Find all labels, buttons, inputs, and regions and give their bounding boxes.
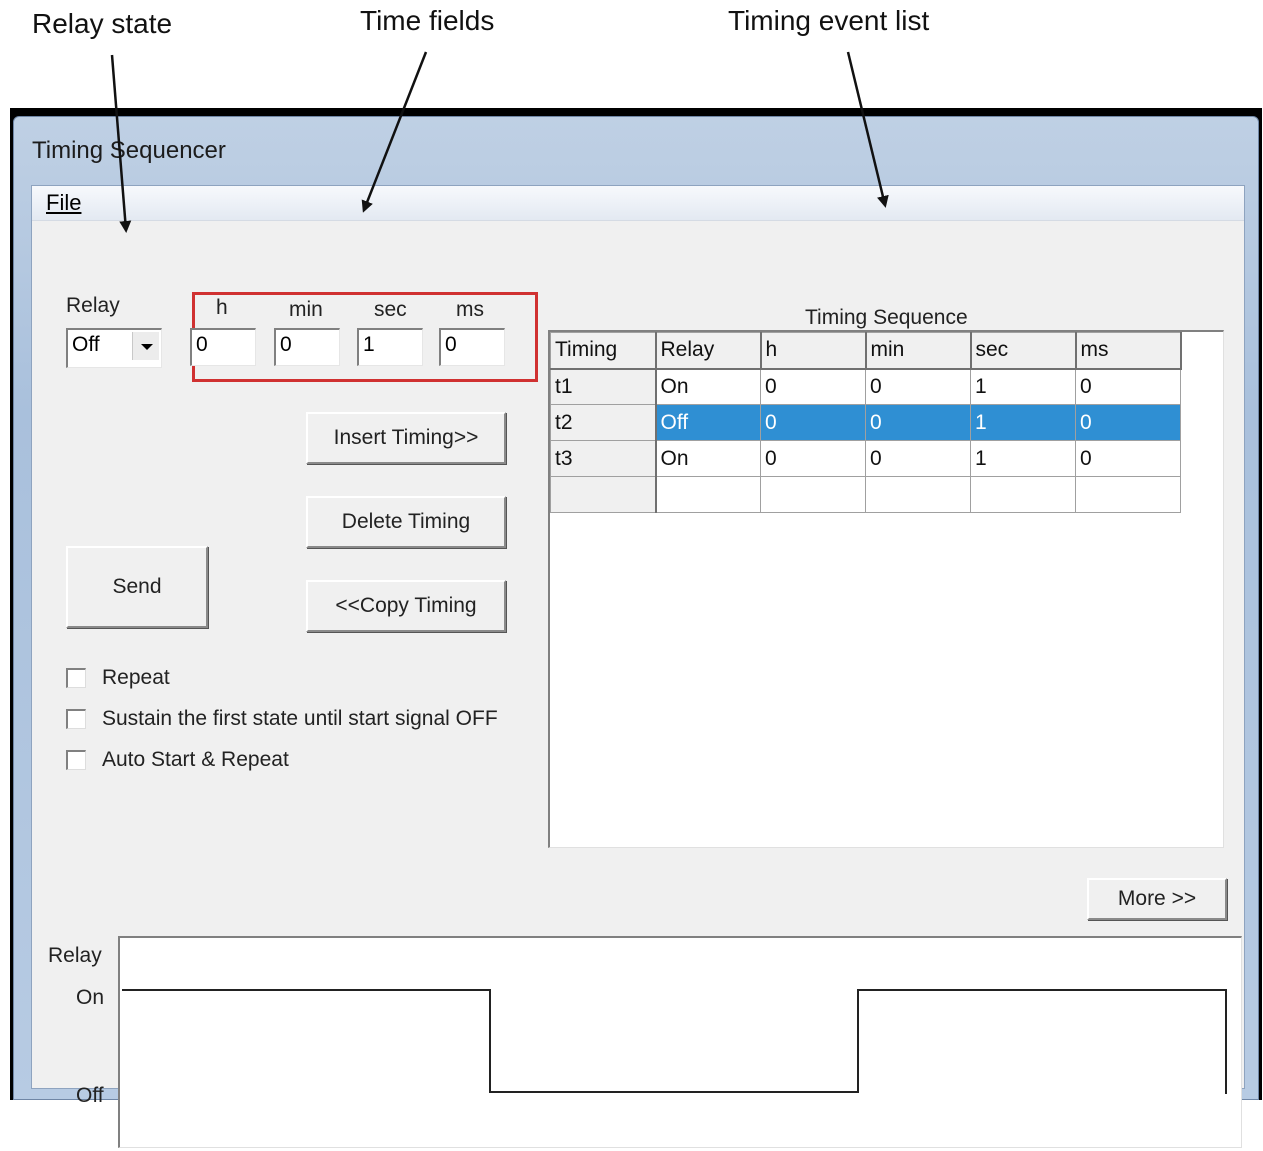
table-cell[interactable] [655, 476, 761, 513]
minutes-field[interactable]: 0 [274, 328, 340, 366]
window-title: Timing Sequencer [32, 137, 226, 164]
table-cell[interactable]: On [655, 440, 761, 477]
auto-start-checkbox[interactable] [66, 750, 86, 770]
table-cell[interactable]: 1 [970, 404, 1076, 441]
table-row-empty[interactable] [550, 476, 1181, 513]
annotation-relay-state: Relay state [32, 8, 173, 39]
menu-file-label: File [46, 190, 82, 215]
sustain-label: Sustain the first state until start sign… [102, 707, 498, 730]
hours-field[interactable]: 0 [190, 328, 256, 366]
sustain-checkbox[interactable] [66, 709, 86, 729]
relay-state-dropdown[interactable]: Off [66, 328, 162, 368]
relay-state-value: Off [72, 333, 100, 356]
copy-timing-button[interactable]: <<Copy Timing [306, 580, 506, 632]
table-row[interactable]: t3 On 0 0 1 0 [550, 440, 1181, 477]
relay-waveform [118, 936, 1242, 1148]
table-cell[interactable]: 0 [760, 368, 866, 405]
timing-table: Timing Relay h min sec ms t1 On 0 0 1 0 … [550, 332, 1182, 513]
seconds-field[interactable]: 1 [357, 328, 423, 366]
timing-sequencer-window: Timing Sequencer File Relay Off h min se… [10, 108, 1262, 1148]
column-header-sec[interactable]: sec [970, 332, 1077, 370]
timing-sequence-title: Timing Sequence [805, 306, 968, 329]
timing-sequence-grid[interactable]: Timing Relay h min sec ms t1 On 0 0 1 0 … [548, 330, 1224, 848]
table-cell[interactable] [865, 476, 971, 513]
relay-label: Relay [66, 294, 120, 317]
table-cell[interactable]: 1 [970, 368, 1076, 405]
window-frame: Timing Sequencer File Relay Off h min se… [13, 116, 1259, 1148]
waveform-relay-label: Relay [48, 944, 102, 967]
sec-label: sec [374, 298, 407, 321]
menu-file[interactable]: File [46, 190, 81, 216]
h-label: h [216, 296, 228, 319]
client-area: File Relay Off h min sec ms 0 0 1 0 Inse… [31, 185, 1245, 1148]
table-row-selected[interactable]: t2 Off 0 0 1 0 [550, 404, 1181, 441]
table-cell[interactable]: 0 [760, 440, 866, 477]
waveform-on-label: On [76, 986, 105, 1009]
insert-timing-button[interactable]: Insert Timing>> [306, 412, 506, 464]
table-cell[interactable]: 0 [865, 440, 971, 477]
column-header-timing[interactable]: Timing [550, 332, 657, 370]
send-button[interactable]: Send [66, 546, 208, 628]
row-header[interactable]: t1 [550, 368, 657, 405]
table-row[interactable]: t1 On 0 0 1 0 [550, 368, 1181, 405]
annotation-timing-event-list: Timing event list [728, 5, 930, 36]
repeat-label: Repeat [102, 666, 170, 689]
ms-label: ms [456, 298, 484, 321]
row-header[interactable]: t3 [550, 440, 657, 477]
table-cell[interactable]: On [655, 368, 761, 405]
column-header-h[interactable]: h [760, 332, 867, 370]
table-cell[interactable]: 1 [970, 440, 1076, 477]
relay-waveform-line [122, 989, 1227, 1094]
table-cell[interactable]: 0 [865, 368, 971, 405]
table-header-row: Timing Relay h min sec ms [550, 332, 1182, 370]
table-cell[interactable]: 0 [1075, 368, 1181, 405]
min-label: min [289, 298, 323, 321]
more-button[interactable]: More >> [1087, 878, 1227, 920]
column-header-ms[interactable]: ms [1075, 332, 1182, 370]
repeat-checkbox[interactable] [66, 668, 86, 688]
waveform-off-label: Off [76, 1084, 104, 1107]
row-header[interactable] [550, 476, 657, 513]
auto-start-label: Auto Start & Repeat [102, 748, 289, 771]
chevron-down-icon[interactable] [132, 332, 159, 360]
table-cell[interactable] [970, 476, 1076, 513]
table-cell[interactable] [1075, 476, 1181, 513]
row-header[interactable]: t2 [550, 404, 657, 441]
column-header-relay[interactable]: Relay [655, 332, 762, 370]
annotation-time-fields: Time fields [360, 5, 495, 36]
table-cell[interactable]: 0 [760, 404, 866, 441]
table-cell[interactable]: Off [655, 404, 761, 441]
table-cell[interactable]: 0 [1075, 404, 1181, 441]
milliseconds-field[interactable]: 0 [439, 328, 505, 366]
table-cell[interactable] [760, 476, 866, 513]
relay-waveform-plot [122, 989, 1227, 1094]
menu-bar: File [32, 186, 1244, 221]
delete-timing-button[interactable]: Delete Timing [306, 496, 506, 548]
table-cell[interactable]: 0 [865, 404, 971, 441]
column-header-min[interactable]: min [865, 332, 972, 370]
table-cell[interactable]: 0 [1075, 440, 1181, 477]
